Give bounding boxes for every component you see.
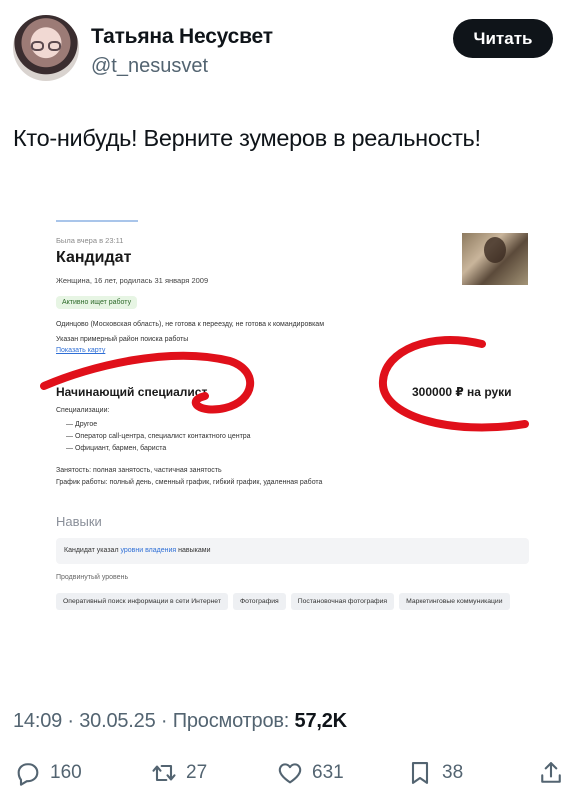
divider	[56, 220, 138, 222]
like-button[interactable]: 631	[276, 755, 344, 791]
skill-levels-link[interactable]: уровни владения	[120, 547, 176, 554]
list-item: Другое	[66, 419, 251, 431]
red-underline-stroke	[40, 351, 254, 414]
candidate-photo	[462, 233, 528, 285]
views-label: Просмотров:	[172, 710, 290, 732]
glasses-left-lens	[31, 41, 44, 51]
level-label: Продвинутый уровень	[56, 574, 129, 581]
skill-tag: Оперативный поиск информации в сети Инте…	[56, 593, 228, 610]
region-note: Указан примерный район поиска работы	[56, 336, 189, 343]
attached-screenshot[interactable]: Была вчера в 23:11 Кандидат Женщина, 16 …	[0, 196, 579, 686]
bookmark-icon	[411, 762, 429, 784]
skill-tag: Маркетинговые коммуникации	[399, 593, 510, 610]
salary-text: 300000 ₽ на руки	[412, 385, 512, 399]
follow-button[interactable]: Читать	[453, 19, 553, 58]
employment-text: Занятость: полная занятость, частичная з…	[56, 467, 222, 474]
like-count: 631	[312, 762, 344, 783]
reply-button[interactable]: 160	[14, 755, 82, 791]
specializations-label: Специализации:	[56, 407, 110, 414]
author-name[interactable]: Татьяна Несусвет	[91, 25, 273, 49]
last-online-text: Была вчера в 23:11	[56, 236, 124, 245]
skills-note-text: Кандидат указал	[64, 547, 121, 554]
views-count: 57,2K	[294, 710, 348, 732]
skill-tag: Фотография	[232, 593, 286, 610]
show-map-link[interactable]: Показать карту	[56, 347, 105, 354]
tweet-meta: 14:09 · 30.05.25 · Просмотров: 57,2K	[13, 710, 347, 733]
action-bar: 160 27 631 38	[0, 755, 579, 791]
schedule-text: График работы: полный день, сменный граф…	[56, 479, 323, 486]
status-badge: Активно ищет работу	[56, 296, 138, 309]
tweet-text: Кто-нибудь! Верните зумеров в реальность…	[13, 125, 481, 151]
heart-icon	[278, 763, 302, 784]
avatar[interactable]	[13, 15, 79, 81]
reply-count: 160	[50, 762, 82, 783]
author-handle[interactable]: @t_nesusvet	[91, 55, 208, 78]
skill-tag: Постановочная фотография	[290, 593, 395, 610]
candidate-meta: Женщина, 16 лет, родилась 31 января 2009	[56, 276, 209, 285]
bookmark-count: 38	[442, 762, 464, 783]
share-button[interactable]	[537, 755, 565, 791]
tweet-date[interactable]: 30.05.25	[79, 710, 155, 732]
repost-count: 27	[186, 762, 208, 783]
glasses-right-lens	[48, 41, 61, 51]
separator: ·	[67, 710, 74, 732]
red-circle-stroke	[378, 336, 529, 432]
candidate-title: Кандидат	[56, 249, 132, 266]
tweet-time[interactable]: 14:09	[13, 710, 62, 732]
skills-heading: Навыки	[56, 514, 102, 529]
skills-note: Кандидат указал уровни владения навыками	[56, 538, 529, 564]
list-item: Оператор call-центра, специалист контакт…	[66, 431, 251, 443]
bookmark-button[interactable]: 38	[406, 755, 463, 791]
repost-icon	[152, 764, 176, 782]
share-icon	[541, 762, 561, 783]
repost-button[interactable]: 27	[150, 755, 207, 791]
location-text: Одинцово (Московская область), не готова…	[56, 321, 325, 328]
separator: ·	[160, 710, 168, 732]
position-title: Начинающий специалист	[56, 385, 208, 399]
reply-icon	[17, 763, 39, 786]
specializations-list: Другое Оператор call-центра, специалист …	[66, 419, 251, 455]
skills-note-text: навыками	[176, 547, 211, 554]
skill-tags: Оперативный поиск информации в сети Инте…	[56, 593, 526, 610]
list-item: Официант, бармен, бариста	[66, 443, 251, 455]
